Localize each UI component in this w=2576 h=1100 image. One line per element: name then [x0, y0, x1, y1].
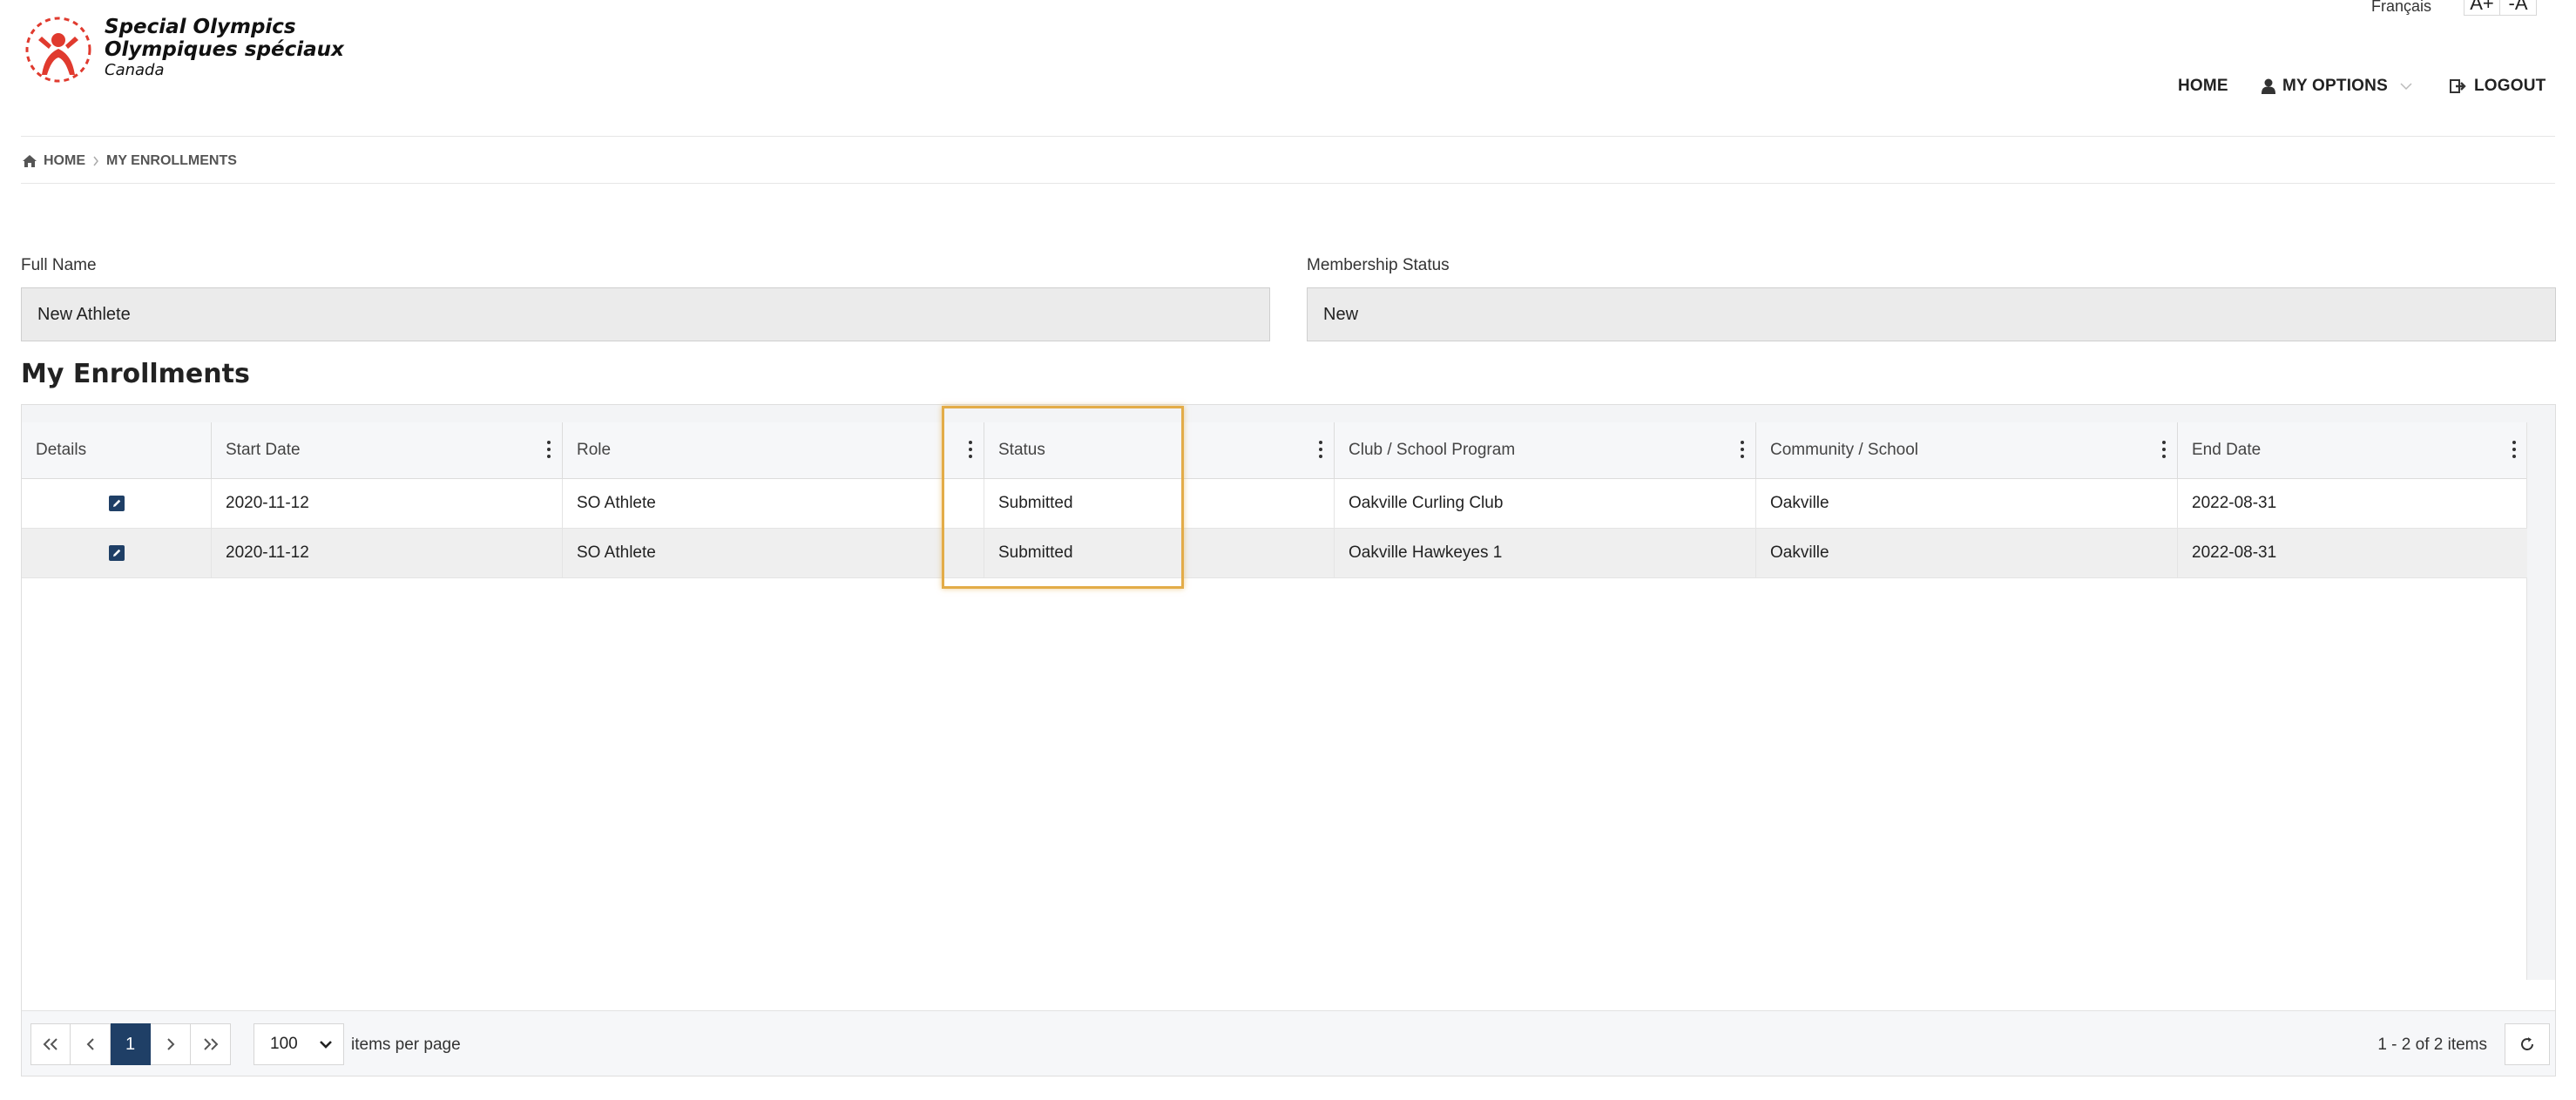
status-cell: Submitted: [984, 479, 1334, 528]
previous-page-button[interactable]: [71, 1023, 111, 1065]
table-row[interactable]: 2020-11-12 SO Athlete Submitted Oakville…: [22, 529, 2527, 578]
breadcrumb-current: MY ENROLLMENTS: [106, 153, 237, 168]
role-cell: SO Athlete: [562, 479, 984, 528]
nav-my-options-label: MY OPTIONS: [2282, 77, 2388, 95]
page-1-button[interactable]: 1: [111, 1023, 151, 1065]
breadcrumb-home-link[interactable]: HOME: [44, 153, 85, 169]
font-decrease-button[interactable]: -A: [2500, 0, 2537, 16]
items-per-page-label: items per page: [351, 1036, 461, 1054]
nav-logout-label: LOGOUT: [2474, 77, 2546, 95]
home-icon: [23, 155, 37, 167]
refresh-icon: [2521, 1037, 2533, 1050]
grid-pager: 1 100 items per page 1 - 2 of 2 items: [22, 1010, 2555, 1076]
logout-icon: [2450, 79, 2466, 93]
logo-line-1: Special Olympics: [105, 16, 296, 38]
membership-status-field[interactable]: New: [1307, 287, 2556, 341]
column-menu-icon[interactable]: [1740, 441, 1745, 460]
details-cell: [22, 479, 211, 528]
column-menu-icon[interactable]: [546, 441, 551, 460]
status-cell: Submitted: [984, 529, 1334, 577]
column-header-status[interactable]: Status: [984, 422, 1334, 478]
community-cell: Oakville: [1755, 529, 2177, 577]
breadcrumb-divider: [21, 183, 2555, 184]
grid-toolbar: [22, 405, 2555, 423]
double-chevron-left-icon: [43, 1038, 57, 1050]
grid-body: 2020-11-12 SO Athlete Submitted Oakville…: [22, 479, 2527, 578]
full-name-label: Full Name: [21, 256, 97, 274]
table-row[interactable]: 2020-11-12 SO Athlete Submitted Oakville…: [22, 479, 2527, 529]
logo-line-3: Canada: [105, 61, 165, 79]
vertical-scrollbar[interactable]: [2526, 422, 2555, 980]
nav-logout[interactable]: LOGOUT: [2450, 77, 2546, 96]
page-title: My Enrollments: [21, 359, 250, 389]
column-menu-icon[interactable]: [2161, 441, 2167, 460]
refresh-button[interactable]: [2505, 1023, 2550, 1065]
chevron-down-icon: [320, 1041, 332, 1049]
font-increase-button[interactable]: A+: [2464, 0, 2500, 16]
chevron-right-icon: [93, 156, 98, 166]
breadcrumb: HOME MY ENROLLMENTS: [23, 153, 237, 169]
grid-header-row: Details Start Date Role Status Club / Sc…: [22, 422, 2527, 479]
nav-home[interactable]: HOME: [2178, 77, 2228, 96]
column-header-details[interactable]: Details: [22, 422, 211, 478]
nav-my-options[interactable]: MY OPTIONS: [2262, 77, 2412, 96]
chevron-down-icon: [2400, 83, 2412, 91]
chevron-right-icon: [166, 1038, 174, 1050]
column-header-end-date[interactable]: End Date: [2177, 422, 2527, 478]
site-logo[interactable]: Special Olympics Olympiques spéciaux Can…: [21, 14, 387, 84]
column-header-role[interactable]: Role: [562, 422, 984, 478]
edit-icon[interactable]: [108, 496, 125, 511]
edit-icon[interactable]: [108, 545, 125, 561]
nav-home-label: HOME: [2178, 77, 2228, 95]
club-cell: Oakville Hawkeyes 1: [1334, 529, 1755, 577]
details-cell: [22, 529, 211, 577]
community-cell: Oakville: [1755, 479, 2177, 528]
page-size-select[interactable]: 100: [254, 1023, 344, 1065]
role-cell: SO Athlete: [562, 529, 984, 577]
column-menu-icon[interactable]: [968, 441, 973, 460]
column-menu-icon[interactable]: [2512, 441, 2517, 460]
last-page-button[interactable]: [191, 1023, 231, 1065]
double-chevron-right-icon: [203, 1038, 218, 1050]
end-date-cell: 2022-08-31: [2177, 529, 2527, 577]
next-page-button[interactable]: [151, 1023, 191, 1065]
column-header-community[interactable]: Community / School: [1755, 422, 2177, 478]
end-date-cell: 2022-08-31: [2177, 479, 2527, 528]
column-menu-icon[interactable]: [1318, 441, 1323, 460]
logo-line-2: Olympiques spéciaux: [105, 38, 344, 61]
membership-status-label: Membership Status: [1307, 256, 1450, 274]
start-date-cell: 2020-11-12: [211, 529, 562, 577]
user-icon: [2262, 78, 2275, 94]
items-count: 1 - 2 of 2 items: [2377, 1036, 2487, 1054]
column-header-start-date[interactable]: Start Date: [211, 422, 562, 478]
full-name-field[interactable]: New Athlete: [21, 287, 1270, 341]
special-olympics-logo-icon: [25, 17, 91, 83]
chevron-left-icon: [86, 1038, 94, 1050]
language-toggle-link[interactable]: Français: [2371, 0, 2431, 16]
page-size-value: 100: [270, 1035, 298, 1053]
first-page-button[interactable]: [30, 1023, 71, 1065]
enrollments-grid: Details Start Date Role Status Club / Sc…: [21, 404, 2556, 1076]
start-date-cell: 2020-11-12: [211, 479, 562, 528]
club-cell: Oakville Curling Club: [1334, 479, 1755, 528]
header-divider: [21, 136, 2555, 137]
column-header-club[interactable]: Club / School Program: [1334, 422, 1755, 478]
